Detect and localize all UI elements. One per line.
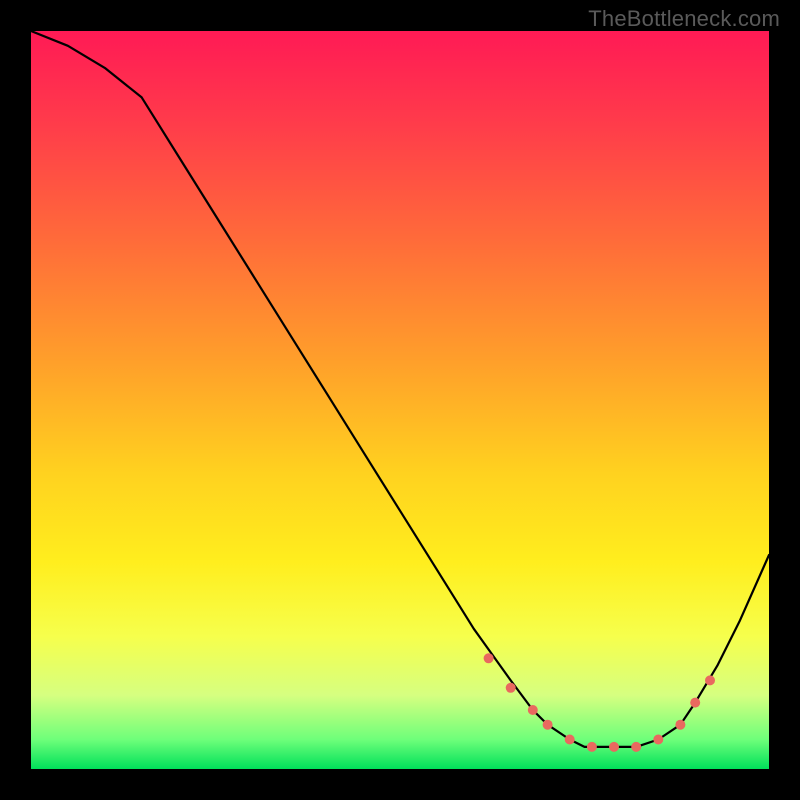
plot-area bbox=[31, 31, 769, 769]
highlight-dot bbox=[675, 720, 685, 730]
highlight-dot bbox=[587, 742, 597, 752]
highlight-dot bbox=[565, 735, 575, 745]
highlight-dot bbox=[631, 742, 641, 752]
highlight-dot bbox=[653, 735, 663, 745]
highlight-dot bbox=[543, 720, 553, 730]
highlight-dot bbox=[690, 698, 700, 708]
highlight-dots bbox=[484, 653, 715, 752]
highlight-dot bbox=[528, 705, 538, 715]
highlight-dot bbox=[484, 653, 494, 663]
watermark-text: TheBottleneck.com bbox=[588, 6, 780, 32]
highlight-dot bbox=[609, 742, 619, 752]
bottleneck-curve bbox=[31, 31, 769, 747]
chart-frame: TheBottleneck.com bbox=[0, 0, 800, 800]
chart-svg bbox=[31, 31, 769, 769]
highlight-dot bbox=[705, 675, 715, 685]
highlight-dot bbox=[506, 683, 516, 693]
